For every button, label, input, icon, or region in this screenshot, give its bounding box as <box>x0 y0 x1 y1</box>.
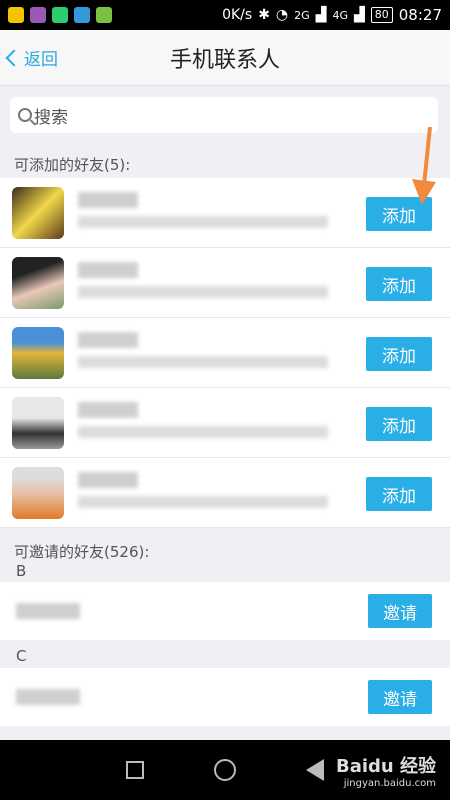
invite-button[interactable]: 邀请 <box>368 680 432 714</box>
signal-4g: 4G <box>332 8 348 22</box>
add-friend-button[interactable]: 添加 <box>366 337 432 371</box>
back-triangle-icon[interactable] <box>306 759 324 781</box>
signal-icon: ▟ <box>315 7 327 23</box>
battery-indicator: 80 <box>370 7 393 23</box>
search-input[interactable]: 搜索 <box>10 97 438 133</box>
group-letter: B <box>16 562 27 580</box>
back-label: 返回 <box>24 50 58 70</box>
blurred-name <box>78 472 138 488</box>
annotation-arrow-icon <box>412 127 436 205</box>
invite-button[interactable]: 邀请 <box>368 594 432 628</box>
blurred-name <box>16 689 80 705</box>
status-bar: 0K/s ✱ ◔ 2G ▟ 4G ▟ 80 08:27 <box>0 0 450 30</box>
blurred-detail <box>78 356 328 368</box>
blurred-name <box>78 262 138 278</box>
list-item[interactable]: 添加 <box>0 248 450 318</box>
add-friend-button[interactable]: 添加 <box>366 267 432 301</box>
app-notification-icon <box>30 7 46 23</box>
blurred-name <box>16 603 80 619</box>
watermark: Baidu 经验 jingyan.baidu.com <box>336 752 436 789</box>
blurred-detail <box>78 286 328 298</box>
avatar <box>12 397 64 449</box>
invitable-section-label: 可邀请的好友(526): <box>14 543 150 561</box>
addable-section-label: 可添加的好友(5): <box>14 156 131 174</box>
list-item[interactable]: 添加 <box>0 178 450 248</box>
avatar <box>12 257 64 309</box>
wifi-icon: ◔ <box>275 7 289 23</box>
notification-icons <box>8 7 112 23</box>
signal-icon: ▟ <box>353 7 365 23</box>
phone-notification-icon <box>52 7 68 23</box>
blurred-detail <box>78 496 328 508</box>
avatar <box>12 327 64 379</box>
app-notification-icon <box>8 7 24 23</box>
app-notification-icon <box>96 7 112 23</box>
chevron-left-icon <box>5 49 23 66</box>
avatar <box>12 187 64 239</box>
group-letter: C <box>16 647 27 665</box>
clock: 08:27 <box>398 6 442 24</box>
blurred-name <box>78 402 138 418</box>
home-icon[interactable] <box>214 759 236 781</box>
list-item[interactable]: 邀请 <box>0 668 450 726</box>
add-friend-button[interactable]: 添加 <box>366 407 432 441</box>
addable-list: 添加 添加 添加 添加 添加 <box>0 178 450 528</box>
app-notification-icon <box>74 7 90 23</box>
watermark-url: jingyan.baidu.com <box>343 778 436 789</box>
avatar <box>12 467 64 519</box>
blurred-detail <box>78 216 328 228</box>
add-friend-button[interactable]: 添加 <box>366 477 432 511</box>
blurred-name <box>78 332 138 348</box>
blurred-detail <box>78 426 328 438</box>
back-button[interactable]: 返回 <box>5 45 58 70</box>
recent-apps-icon[interactable] <box>126 761 144 779</box>
signal-2g: 2G <box>294 8 310 22</box>
page-title: 手机联系人 <box>169 47 280 73</box>
search-icon <box>18 108 32 122</box>
list-item[interactable]: 添加 <box>0 458 450 528</box>
list-item[interactable]: 添加 <box>0 318 450 388</box>
watermark-brand: Baidu 经验 <box>335 756 436 777</box>
network-speed: 0K/s <box>222 7 253 23</box>
bluetooth-icon: ✱ <box>258 7 270 23</box>
list-item[interactable]: 邀请 <box>0 582 450 640</box>
blurred-name <box>78 192 138 208</box>
title-bar: 返回 手机联系人 <box>0 30 450 86</box>
search-placeholder: 搜索 <box>34 107 68 128</box>
list-item[interactable]: 添加 <box>0 388 450 458</box>
